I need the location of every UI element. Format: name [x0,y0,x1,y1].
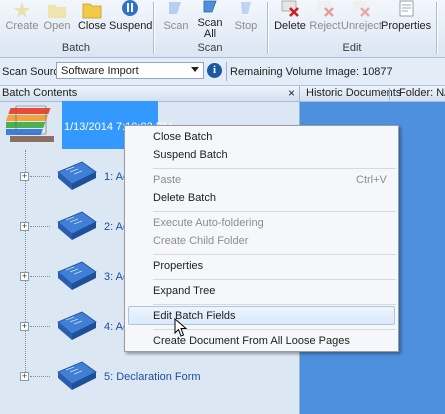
menu-item-paste[interactable]: Paste Ctrl+V [153,171,393,189]
open-button[interactable]: Open [40,0,74,32]
stop-button[interactable]: Stop [229,0,263,32]
info-icon[interactable]: i [207,63,222,78]
binder-icon [57,261,97,290]
ribbon-separator [436,2,437,54]
menu-item-properties[interactable]: Properties [153,257,203,275]
suspend-button-label: Suspend [109,20,153,32]
menu-separator [153,279,396,280]
menu-item-paste-shortcut: Ctrl+V [356,174,387,186]
document-label: 5: Declaration Form [104,371,201,383]
expand-icon[interactable]: + [20,322,29,331]
properties-button-label: Properties [381,20,432,32]
create-star-icon [14,2,30,18]
menu-separator [153,211,396,212]
scan-all-button[interactable]: Scan All [195,0,225,40]
batch-group-label: Batch [61,42,91,54]
menu-item-create-child-folder[interactable]: Create Child Folder [153,232,248,250]
tab-historic-documents[interactable]: Historic Documents [306,87,401,99]
expand-icon[interactable]: + [20,222,29,231]
open-button-label: Open [43,20,71,32]
tree-connector-line [25,150,27,378]
menu-separator [153,168,396,169]
ribbon-group-batch: Create Open Close Suspend Batch [0,0,152,57]
scan-source-value: Software Import [61,65,139,77]
batch-stack-icon [0,105,54,142]
menu-item-edit-batch-fields[interactable]: Edit Batch Fields [153,307,236,325]
context-menu: Close Batch Suspend Batch Paste Ctrl+V D… [124,125,399,352]
delete-button[interactable]: Delete [273,0,307,32]
properties-button[interactable]: Properties [381,0,431,32]
scan-all-icon [203,0,217,13]
reject-button[interactable]: Reject [309,0,341,32]
expand-icon[interactable]: + [20,272,29,281]
tree-connector [30,226,50,227]
delete-icon [281,0,299,17]
scan-all-button-label: Scan All [197,17,223,40]
binder-icon [57,211,97,240]
batch-contents-header: Batch Contents × [0,86,299,102]
scan-icon [169,2,181,14]
tree-connector [30,276,50,277]
folder-close-icon [82,3,102,19]
ribbon-group-edit: Delete Reject Unreject Properties Edit [269,0,435,57]
tree-connector [30,376,50,377]
tree-connector [30,326,50,327]
expand-icon[interactable]: + [20,172,29,181]
menu-separator [153,329,396,330]
create-button-label: Create [5,20,39,32]
reject-button-label: Reject [309,20,341,32]
binder-icon [57,161,97,190]
binder-icon [57,361,97,390]
unreject-icon [353,1,370,17]
scan-source-dropdown[interactable]: Software Import [56,62,204,79]
suspend-icon [122,0,138,16]
close-button[interactable]: Close [76,0,108,32]
scan-button-label: Scan [163,20,189,32]
properties-icon [399,0,414,17]
menu-item-close-batch[interactable]: Close Batch [153,128,212,146]
unreject-button[interactable]: Unreject [341,0,382,32]
ribbon-separator [267,2,268,54]
divider [226,62,227,81]
batch-contents-title: Batch Contents [2,87,78,99]
divider [389,88,390,100]
menu-item-expand-tree[interactable]: Expand Tree [153,282,215,300]
menu-separator [153,254,396,255]
delete-button-label: Delete [274,20,306,32]
menu-item-delete-batch[interactable]: Delete Batch [153,189,216,207]
remaining-volume-text: Remaining Volume Image: 10877 [230,66,393,78]
menu-item-execute-auto-foldering[interactable]: Execute Auto-foldering [153,214,264,232]
ribbon-group-scan: Scan Scan All Stop Scan [155,0,265,57]
batch-tree-root[interactable] [0,104,62,147]
suspend-button[interactable]: Suspend [109,0,153,32]
create-button[interactable]: Create [4,0,40,32]
scan-button[interactable]: Scan [158,0,194,32]
menu-separator [153,304,396,305]
tab-folder[interactable]: Folder: N/A [399,87,445,99]
menu-item-suspend-batch[interactable]: Suspend Batch [153,146,228,164]
folder-open-icon [48,5,66,18]
scan-source-bar: Scan Source: Software Import i Remaining… [0,58,445,86]
mouse-pointer-icon [174,318,188,337]
tree-connector [30,176,50,177]
stop-icon [241,2,251,14]
scan-group-label: Scan [197,42,223,54]
stop-button-label: Stop [234,20,258,32]
close-icon[interactable]: × [288,86,295,100]
document-tabs: Historic Documents Folder: N/A [300,86,445,102]
expand-icon[interactable]: + [20,372,29,381]
menu-item-paste-label: Paste [153,174,182,186]
close-button-label: Close [77,20,107,32]
ribbon-separator [153,2,154,54]
chevron-down-icon [191,67,199,72]
binder-icon [57,311,97,340]
unreject-button-label: Unreject [341,20,382,32]
ribbon-toolbar: Create Open Close Suspend Batch Scan Sca… [0,0,445,58]
edit-group-label: Edit [342,42,362,54]
reject-icon [317,1,334,17]
